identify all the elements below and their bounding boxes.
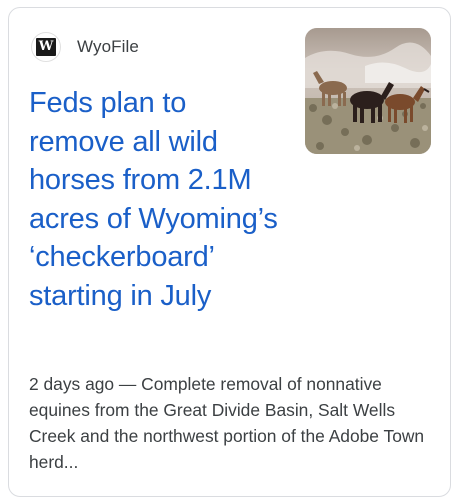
source-logo: W: [31, 32, 61, 62]
thumbnail-image[interactable]: [305, 28, 431, 154]
source-row: W WyoFile: [31, 30, 139, 64]
source-name: WyoFile: [77, 37, 139, 56]
snippet-text: 2 days ago — Complete removal of nonnati…: [29, 374, 425, 472]
headline-link[interactable]: Feds plan to remove all wild horses from…: [29, 84, 289, 315]
wild-horses-photo-icon: [305, 28, 431, 154]
source-logo-letter: W: [36, 38, 56, 56]
news-card[interactable]: W WyoFile Feds plan to remove all wild h…: [8, 7, 451, 497]
